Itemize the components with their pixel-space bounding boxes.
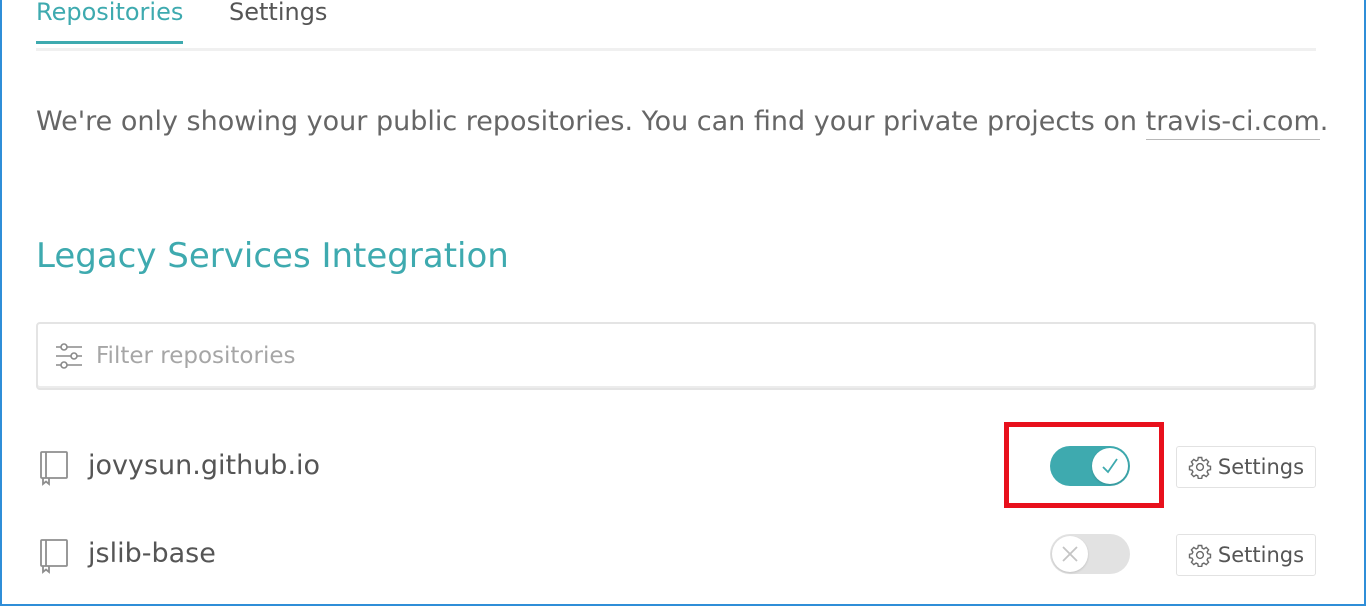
section-title: Legacy Services Integration: [36, 236, 509, 276]
notice-text: We're only showing your public repositor…: [36, 106, 1146, 137]
notice-suffix: .: [1319, 106, 1329, 137]
repo-row: jslib-base Settings: [36, 526, 1316, 586]
filter-box: [36, 322, 1316, 390]
repo-activation-toggle[interactable]: [1050, 446, 1130, 486]
public-repos-notice: We're only showing your public repositor…: [36, 102, 1328, 142]
toggle-knob: [1092, 448, 1128, 484]
gear-icon: [1188, 456, 1212, 479]
settings-button-label: Settings: [1217, 455, 1305, 479]
tab-bar: Repositories Settings: [36, 0, 1316, 51]
window-frame: [0, 0, 1366, 606]
repo-activation-toggle[interactable]: [1050, 534, 1130, 574]
repo-settings-button[interactable]: Settings: [1176, 534, 1316, 576]
repo-row: jovysun.github.io Settings: [36, 438, 1316, 498]
gear-icon: [1188, 544, 1212, 567]
tab-settings[interactable]: Settings: [229, 0, 327, 30]
checkmark-icon: [1102, 458, 1118, 474]
filter-repositories-input[interactable]: [96, 334, 1296, 378]
filter-sliders-icon: [56, 343, 82, 369]
repo-book-icon: [40, 451, 68, 486]
travis-ci-com-link[interactable]: travis-ci.com: [1145, 106, 1320, 140]
repo-name: jslib-base: [88, 538, 216, 569]
repo-book-icon: [40, 539, 68, 574]
cross-icon: [1062, 546, 1078, 562]
tab-repositories[interactable]: Repositories: [36, 0, 184, 44]
repo-name: jovysun.github.io: [88, 450, 321, 481]
settings-button-label: Settings: [1217, 543, 1305, 567]
toggle-knob: [1052, 536, 1088, 572]
repo-settings-button[interactable]: Settings: [1176, 446, 1316, 488]
